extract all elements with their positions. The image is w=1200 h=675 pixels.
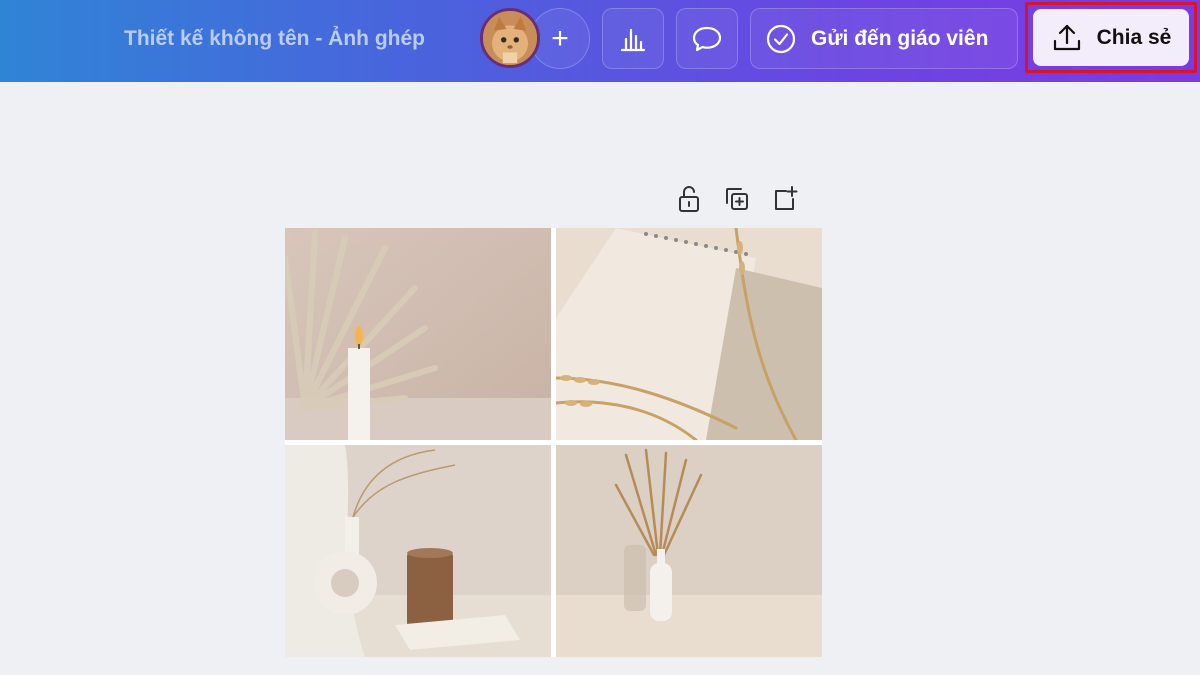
bar-chart-icon <box>618 24 648 54</box>
collage-photo-candle[interactable] <box>285 228 551 440</box>
share-highlight: Chia sẻ <box>1025 2 1197 73</box>
unlock-icon <box>676 185 702 213</box>
plus-icon: + <box>551 21 569 55</box>
send-to-teacher-button[interactable]: Gửi đến giáo viên <box>750 8 1018 69</box>
send-to-teacher-label: Gửi đến giáo viên <box>811 26 989 50</box>
page-tools <box>674 184 800 218</box>
collage-photo-pampas[interactable] <box>556 445 822 657</box>
collage-photo-notebook[interactable] <box>556 228 822 440</box>
duplicate-page-icon <box>723 185 751 213</box>
share-label: Chia sẻ <box>1096 25 1172 49</box>
duplicate-page-button[interactable] <box>722 184 752 214</box>
collage-photo-vase[interactable] <box>285 445 551 657</box>
check-circle-icon <box>765 23 797 55</box>
add-page-icon <box>771 185 799 213</box>
collage-page[interactable] <box>285 228 822 657</box>
insights-button[interactable] <box>602 8 664 69</box>
top-toolbar: Thiết kế không tên - Ảnh ghép + Gửi đến … <box>0 0 1200 82</box>
upload-icon <box>1051 22 1083 54</box>
document-title[interactable]: Thiết kế không tên - Ảnh ghép <box>124 24 425 54</box>
comment-button[interactable] <box>676 8 738 69</box>
speech-bubble-icon <box>691 23 723 55</box>
user-avatar[interactable] <box>480 8 540 68</box>
lock-page-button[interactable] <box>674 184 704 214</box>
add-page-button[interactable] <box>770 184 800 214</box>
share-button[interactable]: Chia sẻ <box>1033 9 1189 66</box>
